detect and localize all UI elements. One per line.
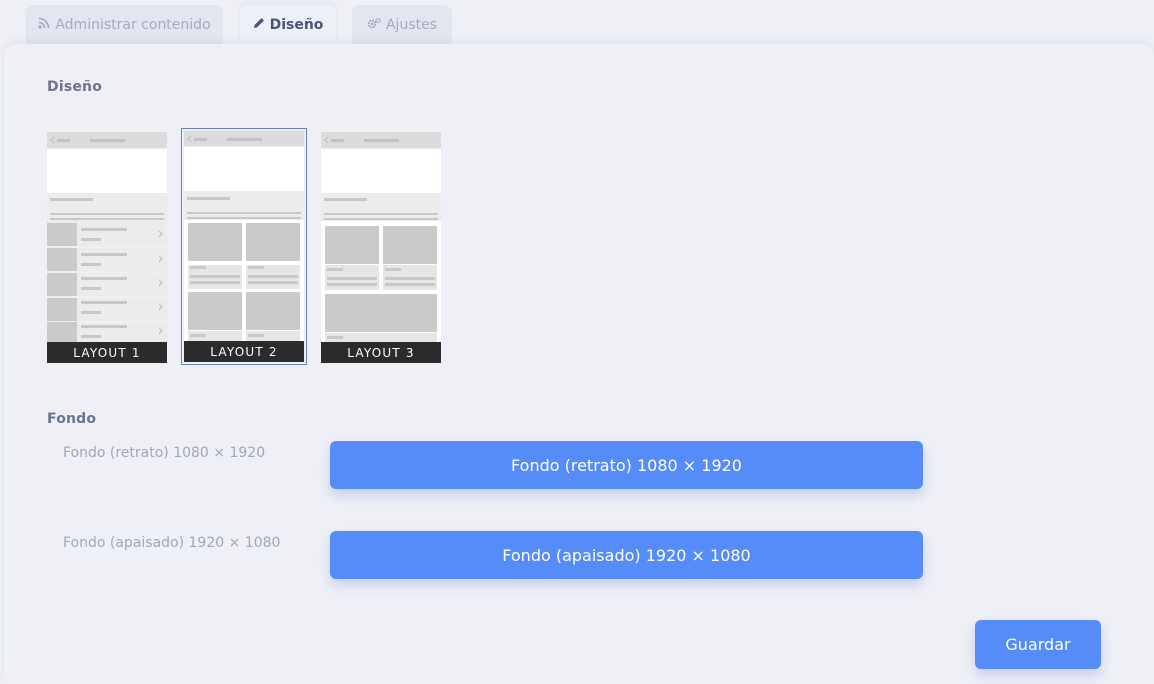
background-section-title: Fondo xyxy=(47,411,97,427)
tab-label: Ajustes xyxy=(385,17,438,33)
layout-label: LAYOUT 1 xyxy=(47,342,167,363)
design-section-title: Diseño xyxy=(47,79,103,95)
portrait-background-button[interactable]: Fondo (retrato) 1080 × 1920 xyxy=(330,441,923,489)
landscape-background-label: Fondo (apaisado) 1920 × 1080 xyxy=(63,535,281,551)
cogs-icon xyxy=(367,17,381,33)
layout-label: LAYOUT 2 xyxy=(184,341,304,362)
tab-manage-content[interactable]: Administrar contenido xyxy=(26,5,223,45)
landscape-background-button[interactable]: Fondo (apaisado) 1920 × 1080 xyxy=(330,531,923,579)
rss-icon xyxy=(38,17,50,33)
save-button[interactable]: Guardar xyxy=(975,620,1101,669)
layout-3-preview-image xyxy=(321,132,441,342)
pencil-icon xyxy=(253,17,265,33)
tab-label: Administrar contenido xyxy=(55,17,211,33)
tab-settings[interactable]: Ajustes xyxy=(352,5,452,45)
tab-label: Diseño xyxy=(269,17,324,33)
layout-option-2[interactable]: LAYOUT 2 xyxy=(181,128,307,365)
portrait-background-label: Fondo (retrato) 1080 × 1920 xyxy=(63,445,266,461)
layout-label: LAYOUT 3 xyxy=(321,342,441,363)
content-panel xyxy=(4,44,1154,684)
layout-1-preview-image xyxy=(47,132,167,342)
layout-2-preview-image xyxy=(184,131,304,341)
layout-option-3[interactable]: LAYOUT 3 xyxy=(321,132,441,363)
layout-option-1[interactable]: LAYOUT 1 xyxy=(47,132,167,363)
tab-design[interactable]: Diseño xyxy=(240,5,336,45)
